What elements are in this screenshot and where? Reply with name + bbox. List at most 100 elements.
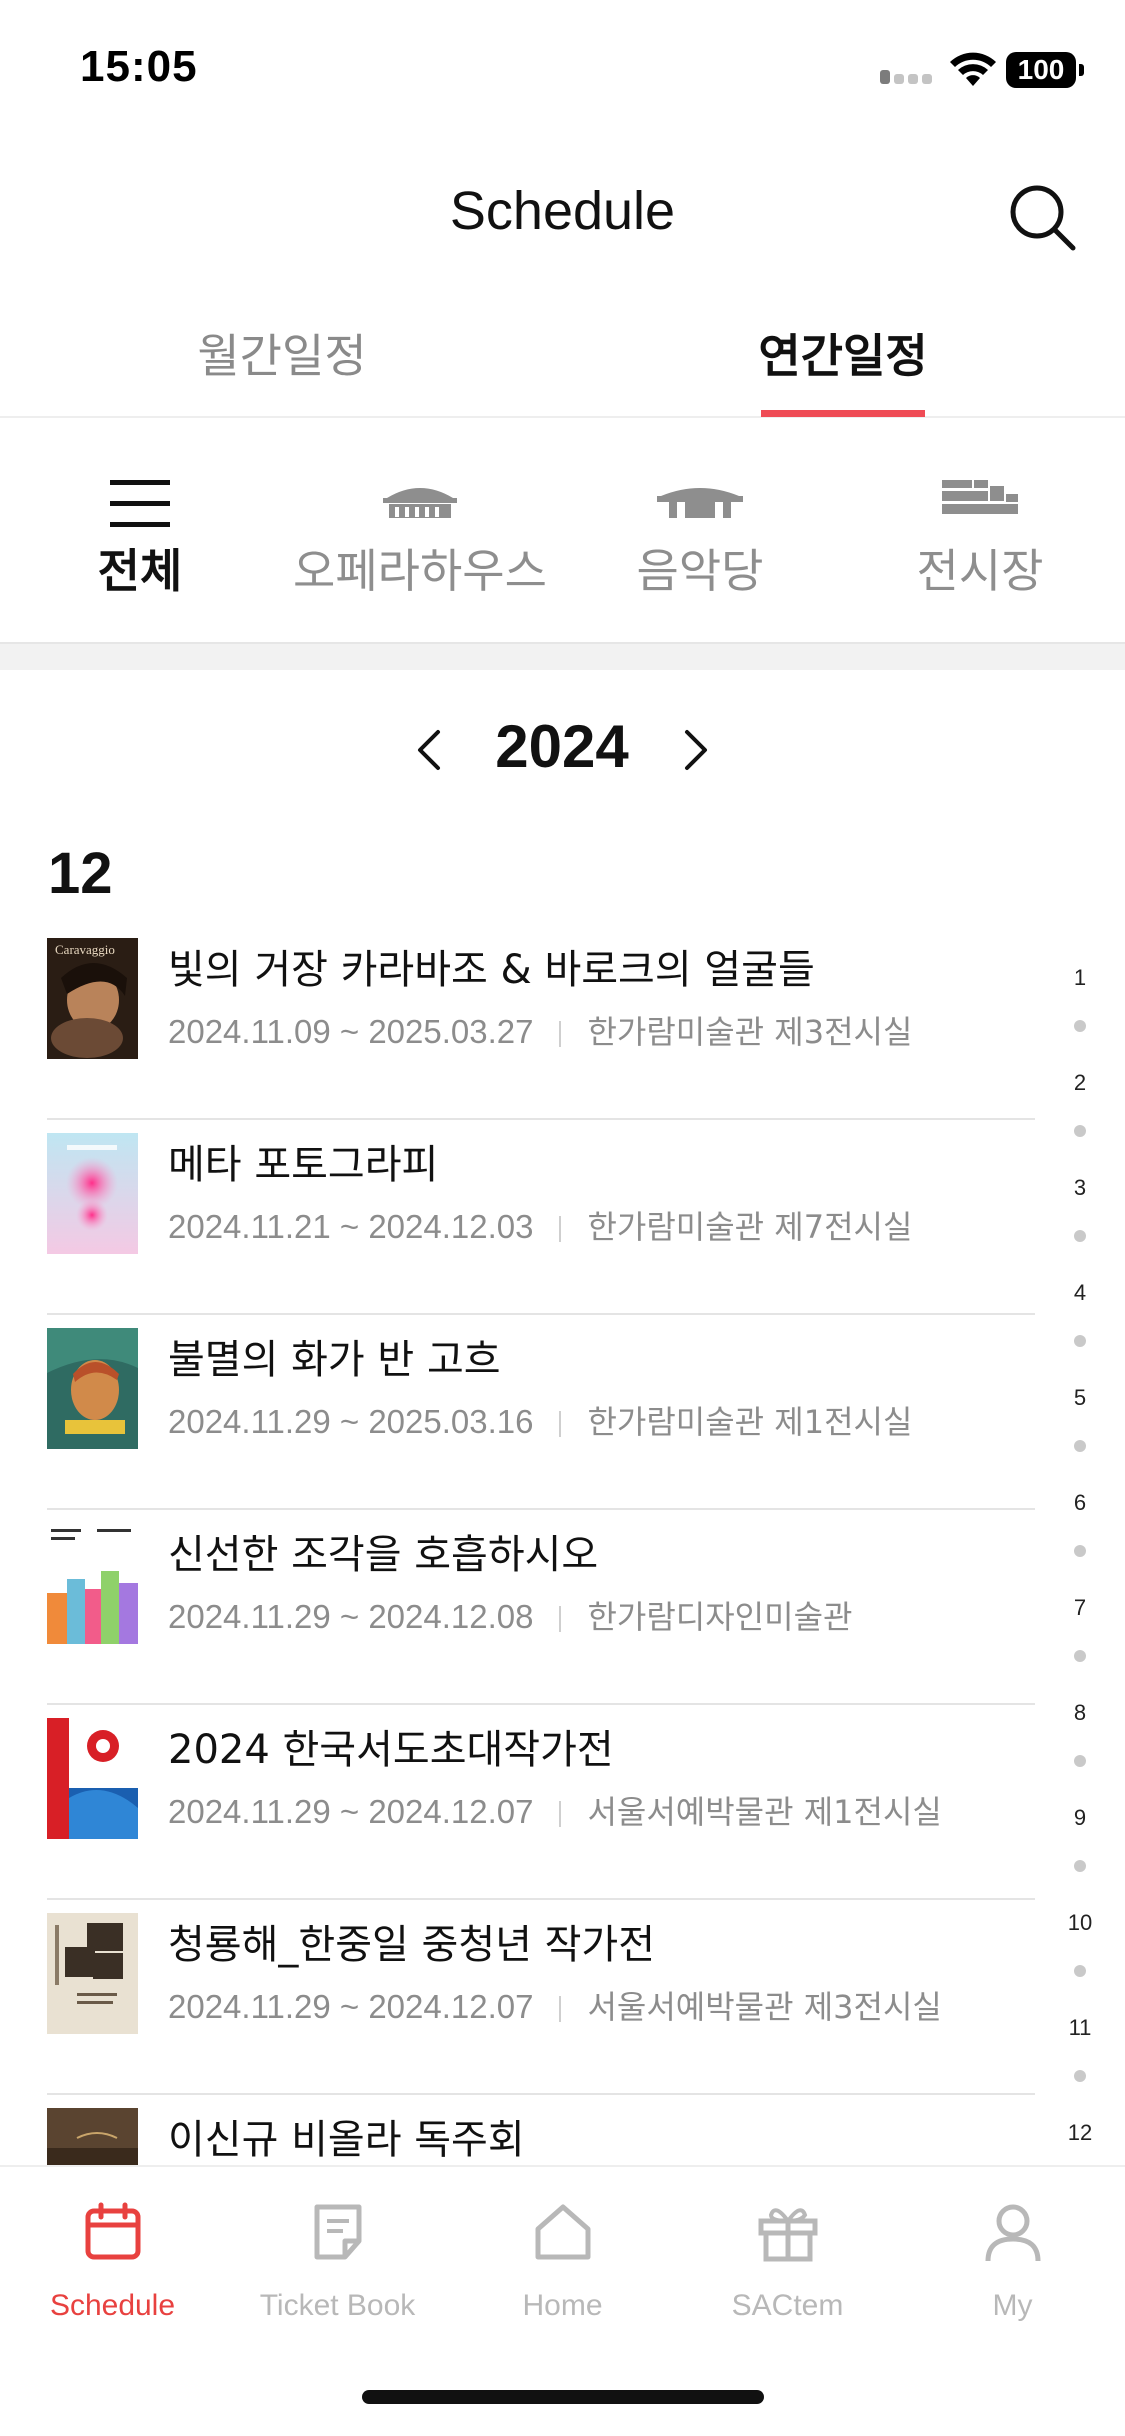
chevron-left-icon[interactable] (400, 720, 460, 780)
venue-label: 전시장 (916, 544, 1044, 598)
event-poster (47, 1913, 138, 2034)
month-index-9[interactable]: 9 (1040, 1805, 1120, 1831)
event-dates: 2024.11.21 ~ 2024.12.03 (168, 1208, 534, 1245)
meta-separator (559, 1216, 562, 1243)
month-index: 1 2 3 4 5 6 7 8 9 10 11 12 (1040, 955, 1120, 2155)
event-venue: 서울서예박물관 제3전시실 (587, 1988, 942, 2026)
search-icon[interactable] (1005, 180, 1080, 255)
month-index-dot (1074, 1125, 1086, 1137)
event-meta: 2024.11.21 ~ 2024.12.03 한가람미술관 제7전시실 (168, 1202, 912, 1248)
venue-label: 음악당 (636, 544, 764, 598)
event-title: 2024 한국서도초대작가전 (168, 1727, 614, 1773)
venue-filter-concert-hall[interactable]: 음악당 (600, 420, 800, 642)
month-index-dot (1074, 2070, 1086, 2082)
list-item[interactable]: 불멸의 화가 반 고흐 2024.11.29 ~ 2025.03.16 한가람미술… (0, 1315, 1040, 1510)
event-list: Caravaggio 빛의 거장 카라바조 & 바로크의 얼굴들 2024.11… (0, 925, 1040, 2165)
nav-schedule[interactable]: Schedule (0, 2197, 225, 2337)
event-title: 청룡해_한중일 중청년 작가전 (168, 1922, 656, 1968)
nav-home[interactable]: Home (450, 2197, 675, 2337)
event-title: 빛의 거장 카라바조 & 바로크의 얼굴들 (168, 947, 815, 993)
event-title: 불멸의 화가 반 고흐 (168, 1337, 501, 1383)
poster-caption: Caravaggio (55, 942, 115, 957)
page-title: Schedule (449, 181, 676, 241)
year-label: 2024 (495, 713, 629, 780)
exhibition-hall-icon (942, 480, 1018, 514)
month-index-10[interactable]: 10 (1040, 1910, 1120, 1936)
venue-filter-opera-house[interactable]: 오페라하우스 (280, 420, 560, 642)
month-index-12[interactable]: 12 (1040, 2120, 1120, 2146)
concert-hall-icon (657, 488, 743, 518)
event-title: 메타 포토그라피 (168, 1142, 439, 1188)
schedule-tabs: 월간일정 연간일정 (0, 310, 1125, 418)
month-index-dot (1074, 1020, 1086, 1032)
meta-separator (559, 1021, 562, 1048)
tab-yearly[interactable]: 연간일정 (703, 320, 983, 386)
event-poster (47, 2108, 138, 2165)
month-index-4[interactable]: 4 (1040, 1280, 1120, 1306)
nav-ticket-book[interactable]: Ticket Book (225, 2197, 450, 2337)
month-index-5[interactable]: 5 (1040, 1385, 1120, 1411)
event-dates: 2024.11.29 ~ 2024.12.07 (168, 1793, 534, 1830)
status-time: 15:05 (80, 42, 198, 91)
nav-my[interactable]: My (900, 2197, 1125, 2337)
list-item[interactable]: 메타 포토그라피 2024.11.21 ~ 2024.12.03 한가람미술관 제… (0, 1120, 1040, 1315)
month-index-dot (1074, 1440, 1086, 1452)
list-item[interactable]: Caravaggio 빛의 거장 카라바조 & 바로크의 얼굴들 2024.11… (0, 925, 1040, 1120)
battery-icon: 100 (1006, 52, 1084, 88)
list-item[interactable]: 2024 한국서도초대작가전 2024.11.29 ~ 2024.12.07 서울… (0, 1705, 1040, 1900)
month-index-dot (1074, 1650, 1086, 1662)
event-meta: 2024.11.09 ~ 2025.03.27 한가람미술관 제3전시실 (168, 1007, 912, 1053)
list-item[interactable]: 신선한 조각을 호흡하시오 2024.11.29 ~ 2024.12.08 한가람… (0, 1510, 1040, 1705)
year-navigator: 2024 (0, 700, 1125, 800)
event-venue: 한가람미술관 제7전시실 (587, 1208, 913, 1246)
nav-label: Home (522, 2289, 603, 2322)
list-item[interactable]: 이신규 비올라 독주회 (0, 2095, 1040, 2165)
venue-label: 오페라하우스 (293, 544, 547, 598)
nav-label: SACtem (731, 2289, 844, 2322)
venue-label: 전체 (97, 544, 183, 598)
event-meta: 2024.11.29 ~ 2024.12.08 한가람디자인미술관 (168, 1592, 852, 1638)
event-dates: 2024.11.29 ~ 2025.03.16 (168, 1403, 534, 1440)
ticket-book-icon (314, 2204, 361, 2260)
month-index-dot (1074, 1965, 1086, 1977)
month-index-6[interactable]: 6 (1040, 1490, 1120, 1516)
venue-filter-exhibition-hall[interactable]: 전시장 (880, 420, 1080, 642)
month-index-7[interactable]: 7 (1040, 1595, 1120, 1621)
meta-separator (559, 1411, 562, 1438)
nav-label: Ticket Book (259, 2289, 416, 2322)
event-dates: 2024.11.29 ~ 2024.12.08 (168, 1598, 534, 1635)
chevron-right-icon[interactable] (665, 720, 725, 780)
opera-house-icon (383, 488, 457, 518)
event-poster (47, 1718, 138, 1839)
event-poster (47, 1133, 138, 1254)
event-dates: 2024.11.09 ~ 2025.03.27 (168, 1013, 534, 1050)
section-divider (0, 642, 1125, 670)
event-poster (47, 1328, 138, 1449)
month-index-3[interactable]: 3 (1040, 1175, 1120, 1201)
list-item[interactable]: 청룡해_한중일 중청년 작가전 2024.11.29 ~ 2024.12.07 서… (0, 1900, 1040, 2095)
month-index-1[interactable]: 1 (1040, 965, 1120, 991)
event-poster (47, 1523, 138, 1644)
wifi-icon (950, 52, 996, 86)
month-index-8[interactable]: 8 (1040, 1700, 1120, 1726)
user-icon (985, 2204, 1040, 2262)
event-meta: 2024.11.29 ~ 2024.12.07 서울서예박물관 제1전시실 (168, 1787, 942, 1833)
active-tab-indicator (761, 410, 925, 417)
calendar-icon (85, 2202, 140, 2260)
month-index-11[interactable]: 11 (1040, 2015, 1120, 2041)
month-index-dot (1074, 1860, 1086, 1872)
month-index-2[interactable]: 2 (1040, 1070, 1120, 1096)
venue-filter-all[interactable]: 전체 (40, 420, 240, 642)
event-venue: 서울서예박물관 제1전시실 (587, 1793, 942, 1831)
cellular-signal-icon (880, 64, 936, 84)
tab-monthly[interactable]: 월간일정 (142, 320, 422, 386)
venue-filter: 전체 오페라하우스 음악당 전시장 (0, 420, 1125, 642)
event-poster: Caravaggio (47, 938, 138, 1059)
nav-label: My (992, 2289, 1033, 2322)
meta-separator (559, 1996, 562, 2023)
menu-icon (110, 480, 170, 527)
month-index-dot (1074, 1335, 1086, 1347)
month-index-dot (1074, 1545, 1086, 1557)
status-bar: 15:05 100 (0, 0, 1125, 135)
nav-sactem[interactable]: SACtem (675, 2197, 900, 2337)
